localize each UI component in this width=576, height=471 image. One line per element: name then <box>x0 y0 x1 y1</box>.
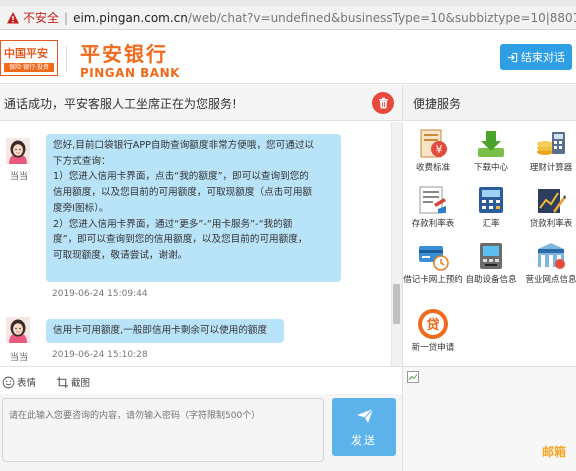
address-bar[interactable]: 不安全 | eim.pingan.com.cn /web/chat?v=unde… <box>0 6 576 30</box>
service-label: 新一贷申请 <box>411 343 455 353</box>
new-loan-icon: 贷 <box>417 308 449 340</box>
message-line: 信用卡可用额度,一般即信用卡剩余可以使用的额度 <box>53 325 268 336</box>
exit-icon <box>507 52 518 62</box>
branch-info-icon <box>535 240 567 272</box>
message-timestamp: 2019-06-24 15:10:28 <box>52 350 148 360</box>
screenshot-button[interactable]: 截图 <box>56 375 90 389</box>
service-label: 借记卡网上预约 <box>403 275 463 285</box>
loan-rate-icon <box>535 184 567 216</box>
services-title: 便捷服务 <box>413 97 462 111</box>
service-loan-rate[interactable]: 贷款利率表 <box>521 184 576 230</box>
service-label: 收费标准 <box>415 163 450 173</box>
smiley-icon <box>2 376 15 388</box>
service-self-service-device[interactable]: 自助设备信息 <box>461 240 521 286</box>
chat-message-area[interactable]: 当当 您好,目前口袋银行APP自助查询额度非常方便哦，您可通过以 下方式查询： … <box>0 122 402 366</box>
message-line: 度”，即可以查询到您的信用额度，以及您目前的可用额度， <box>53 234 308 246</box>
not-secure-label[interactable]: 不安全 <box>23 9 59 26</box>
service-label: 营业网点信息 <box>525 275 576 285</box>
paper-plane-icon <box>357 408 374 423</box>
ping-an-group-logo: 中国平安 保险·银行·投资 <box>0 40 58 76</box>
service-label: 下载中心 <box>473 163 508 173</box>
agent-avatar <box>6 317 30 343</box>
chat-scrollbar-track[interactable] <box>391 122 402 366</box>
mailbox-badge[interactable]: 邮箱 <box>542 443 566 460</box>
bank-name-en: PINGAN BANK <box>80 66 180 80</box>
message-line: 您好,目前口袋银行APP自助查询额度非常方便哦，您可通过以 <box>53 140 315 151</box>
logo-divider <box>66 46 67 72</box>
clear-chat-button[interactable] <box>372 92 394 114</box>
service-debit-card-booking[interactable]: 借记卡网上预约 <box>403 240 463 286</box>
download-center-icon <box>475 128 507 160</box>
ping-an-bank-logo: 平安银行 PINGAN BANK <box>80 38 180 80</box>
status-message: 通话成功，平安客服人工坐席正在为您服务! <box>4 97 237 111</box>
broken-image-icon <box>407 371 419 383</box>
service-download-center[interactable]: 下载中心 <box>461 128 521 174</box>
message-line: 信用额度，以及您目前的可用额度，可取现额度（点击可用额 <box>53 187 313 199</box>
agent-message-bubble: 信用卡可用额度,一般即信用卡剩余可以使用的额度 <box>46 319 284 343</box>
message-line: 可取现额度，敬请尝试，谢谢。 <box>53 249 188 261</box>
end-chat-button[interactable]: 结束对话 <box>500 44 572 70</box>
agent-name: 当当 <box>10 353 29 363</box>
connection-status-bar: 通话成功，平安客服人工坐席正在为您服务! <box>0 85 402 121</box>
service-label: 汇率 <box>482 219 500 229</box>
message-line: 2）您进入信用卡界面，通过“更多”-“用卡服务”-“我的额 <box>53 218 293 230</box>
service-exchange-rate[interactable]: 汇率 <box>461 184 521 230</box>
service-finance-calculator[interactable]: 理财计算器 <box>521 128 576 174</box>
message-line: 度旁I图标）。 <box>53 202 109 214</box>
chat-scrollbar-thumb[interactable] <box>393 284 400 324</box>
service-new-loan[interactable]: 贷 新一贷申请 <box>403 308 463 354</box>
finance-calculator-icon <box>535 128 567 160</box>
message-input-area: 发送 <box>0 394 402 471</box>
message-input[interactable] <box>2 398 324 462</box>
svg-text:贷: 贷 <box>426 317 439 333</box>
group-logo-text: 中国平安 <box>4 47 48 60</box>
end-chat-label: 结束对话 <box>521 51 565 64</box>
message-timestamp: 2019-06-24 15:09:44 <box>52 289 148 299</box>
message-line: 1）您进入信用卡界面，点击“我的额度”，即可以查询到您的 <box>53 171 309 183</box>
service-label: 贷款利率表 <box>529 219 573 229</box>
crop-icon <box>56 376 69 388</box>
deposit-rate-icon <box>417 184 449 216</box>
services-grid: ¥ 收费标准 下载中心 理财计算器 存款利率表 汇率 贷款利率表 借记卡网上预约… <box>402 122 576 366</box>
exchange-rate-icon <box>475 184 507 216</box>
agent-name: 当当 <box>10 172 29 182</box>
url-host: eim.pingan.com.cn <box>73 10 188 25</box>
debit-card-booking-icon <box>417 240 449 272</box>
url-path: /web/chat?v=undefined&businessType=10&su… <box>187 10 576 25</box>
send-button[interactable]: 发送 <box>332 398 396 456</box>
bank-header: 中国平安 保险·银行·投资 平安银行 PINGAN BANK 结束对话 <box>0 30 576 84</box>
send-label: 发送 <box>351 434 377 447</box>
warning-icon <box>6 11 20 25</box>
convenient-services-header: 便捷服务 <box>402 85 576 121</box>
service-label: 自助设备信息 <box>465 275 517 285</box>
service-deposit-rate[interactable]: 存款利率表 <box>403 184 463 230</box>
bank-name-cn: 平安银行 <box>80 42 168 66</box>
self-service-device-icon <box>475 240 507 272</box>
agent-avatar <box>6 138 30 164</box>
agent-message-bubble: 您好,目前口袋银行APP自助查询额度非常方便哦，您可通过以 下方式查询： 1）您… <box>46 134 341 282</box>
service-branch-info[interactable]: 营业网点信息 <box>521 240 576 286</box>
service-label: 理财计算器 <box>529 163 573 173</box>
service-fee-standard[interactable]: ¥ 收费标准 <box>403 128 463 174</box>
fee-standard-icon: ¥ <box>417 128 449 160</box>
emoji-button[interactable]: 表情 <box>2 375 36 389</box>
svg-text:¥: ¥ <box>436 143 443 156</box>
message-line: 下方式查询： <box>53 155 111 167</box>
service-label: 存款利率表 <box>411 219 455 229</box>
emoji-label: 表情 <box>17 378 37 389</box>
address-separator: | <box>64 10 69 25</box>
group-logo-strip: 保险·银行·投资 <box>4 63 54 72</box>
input-toolbar: 表情 截图 <box>0 366 402 394</box>
screenshot-label: 截图 <box>71 378 91 389</box>
trash-icon <box>378 97 388 109</box>
